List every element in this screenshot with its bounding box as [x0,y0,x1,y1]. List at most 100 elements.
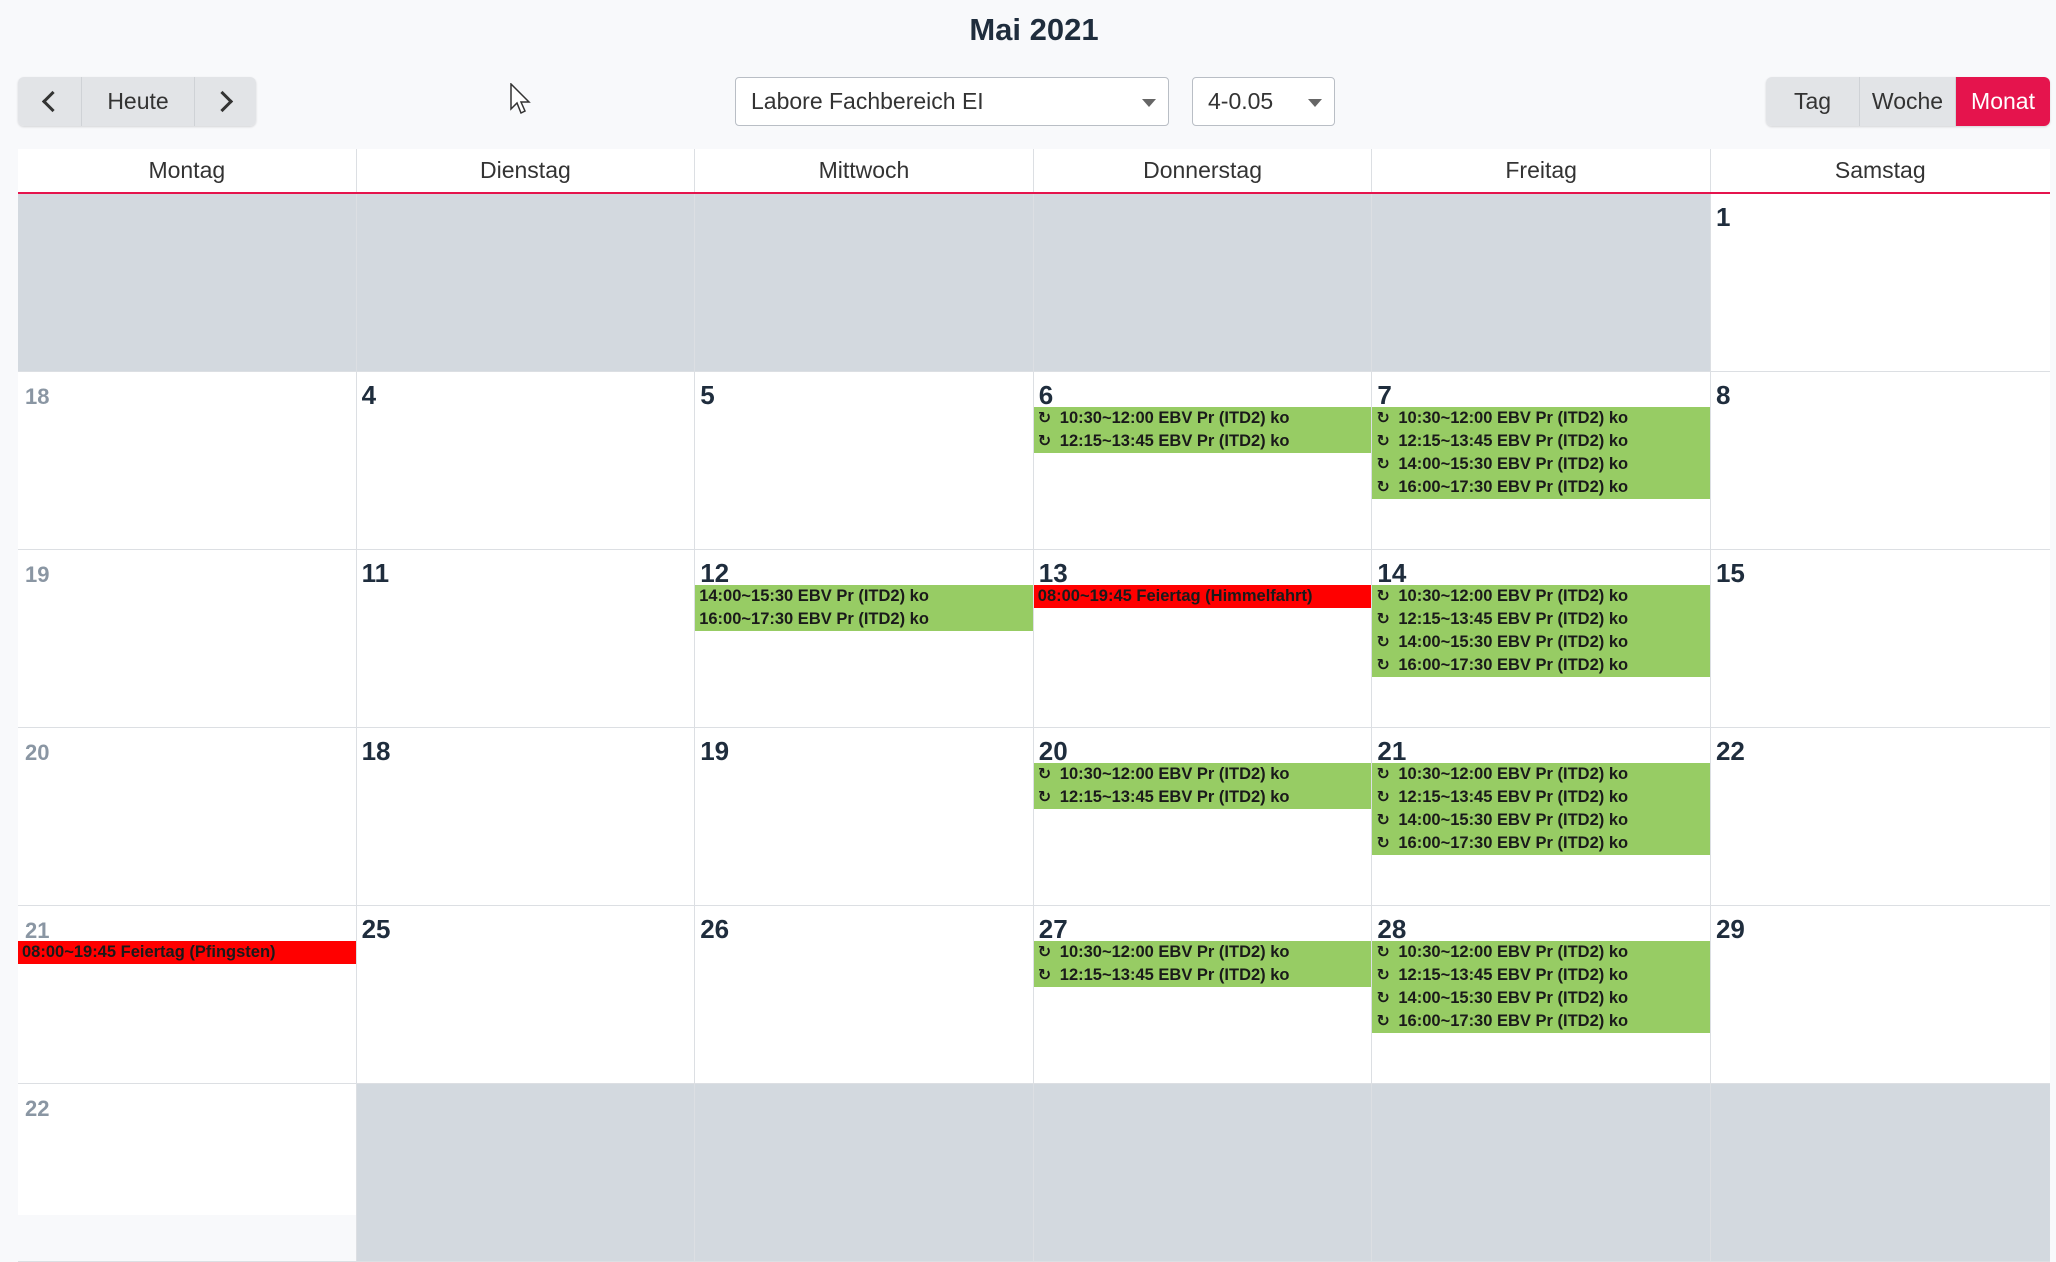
calendar-event[interactable]: ↻ 16:00~17:30 EBV Pr (ITD2) ko [1372,654,1710,677]
calendar-event[interactable]: ↻ 12:15~13:45 EBV Pr (ITD2) ko [1372,430,1710,453]
day-number[interactable]: 19 [700,736,729,767]
recurring-icon: ↻ [1037,944,1052,961]
calendar-day-cell[interactable]: 18 [18,372,357,549]
calendar-day-cell[interactable]: 18 [357,728,696,905]
calendar-day-cell[interactable]: 22 [1711,728,2050,905]
calendar-day-outside[interactable] [356,1084,696,1261]
day-number[interactable]: 18 [362,736,391,767]
recurring-icon: ↻ [1037,967,1052,984]
day-number[interactable]: 4 [362,380,376,411]
event-title: 16:00~17:30 EBV Pr (ITD2) ko [1398,834,1629,852]
calendar-day-cell[interactable]: 25 [357,906,696,1083]
event-title: 16:00~17:30 EBV Pr (ITD2) ko [699,610,929,628]
day-number[interactable]: 1 [1716,202,1730,233]
recurring-icon: ↻ [1376,789,1390,806]
calendar-event[interactable]: ↻ 16:00~17:30 EBV Pr (ITD2) ko [1372,832,1710,855]
calendar-event[interactable]: ↻ 10:30~12:00 EBV Pr (ITD2) ko [1033,407,1372,430]
calendar-event[interactable]: ↻ 12:15~13:45 EBV Pr (ITD2) ko [1372,786,1710,809]
calendar-day-cell[interactable]: 20 [18,728,357,905]
recurring-icon: ↻ [1037,410,1052,427]
event-title: 16:00~17:30 EBV Pr (ITD2) ko [1398,478,1629,496]
calendar-event[interactable]: ↻ 14:00~15:30 EBV Pr (ITD2) ko [1372,987,1710,1010]
calendar-event[interactable]: ↻ 12:15~13:45 EBV Pr (ITD2) ko [1372,608,1710,631]
calendar-event[interactable]: ↻ 10:30~12:00 EBV Pr (ITD2) ko [1372,763,1710,786]
calendar-day-cell[interactable]: 5 [695,372,1034,549]
recurring-icon: ↻ [1376,479,1390,496]
recurring-icon: ↻ [1376,990,1390,1007]
day-number[interactable]: 22 [1716,736,1745,767]
calendar-event[interactable]: ↻ 16:00~17:30 EBV Pr (ITD2) ko [1372,476,1710,499]
calendar-day-cell[interactable]: 1 [1711,194,2050,371]
calendar-event[interactable]: ↻ 10:30~12:00 EBV Pr (ITD2) ko [1033,763,1372,786]
calendar-day-cell[interactable]: 11 [357,550,696,727]
calendar-day-outside[interactable] [1033,1084,1373,1261]
calendar-day-outside[interactable] [695,194,1034,371]
calendar-event[interactable]: ↻ 10:30~12:00 EBV Pr (ITD2) ko [1033,941,1372,964]
calendar-day-cell[interactable]: 15 [1711,550,2050,727]
prev-month-button[interactable] [18,77,82,126]
view-week-button[interactable]: Woche [1860,77,1956,126]
day-number[interactable]: 29 [1716,914,1745,945]
calendar-event[interactable]: 08:00~19:45 Feiertag (Himmelfahrt) [1033,585,1372,608]
calendar-day-cell[interactable]: 22 [18,1084,357,1261]
calendar-day-outside[interactable] [18,194,357,371]
recurring-icon: ↻ [1376,410,1390,427]
calendar-day-cell[interactable]: 7 ↻ 10:30~12:00 EBV Pr (ITD2) ko ↻ 12:15~13:… [1372,372,1711,549]
day-number[interactable]: 15 [1716,558,1745,589]
day-number[interactable]: 5 [700,380,714,411]
calendar-day-cell[interactable]: 21 ↻ 10:30~12:00 EBV Pr (ITD2) ko ↻ 12:15~13… [1372,728,1711,905]
calendar-day-cell[interactable]: 12 14:00~15:30 EBV Pr (ITD2) ko 16:00~17:3… [695,550,1034,727]
calendar-event[interactable]: ↻ 10:30~12:00 EBV Pr (ITD2) ko [1372,941,1710,964]
calendar-day-outside[interactable] [695,1084,1034,1261]
calendar-day-cell[interactable]: 26 [695,906,1034,1083]
calendar-day-outside[interactable] [356,194,696,371]
calendar-day-cell[interactable]: 8 [1711,372,2050,549]
page-title: Mai 2021 [969,12,1099,47]
calendar-day-outside[interactable] [1372,194,1711,371]
today-button[interactable]: Heute [82,77,195,126]
calendar-day-outside[interactable] [1372,1084,1711,1261]
event-title: 10:30~12:00 EBV Pr (ITD2) ko [1059,765,1290,783]
view-month-button[interactable]: Monat [1956,77,2050,126]
calendar-event[interactable]: 16:00~17:30 EBV Pr (ITD2) ko [695,608,1033,631]
calendar-event[interactable]: 08:00~19:45 Feiertag (Pfingsten) [18,941,356,964]
day-number[interactable]: 8 [1716,380,1730,411]
calendar-day-cell[interactable]: 29 [1711,906,2050,1083]
calendar-day-cell[interactable]: 19 [18,550,357,727]
calendar-event[interactable]: 14:00~15:30 EBV Pr (ITD2) ko [695,585,1033,608]
day-number[interactable]: 25 [362,914,391,945]
calendar-event[interactable]: ↻ 14:00~15:30 EBV Pr (ITD2) ko [1372,809,1710,832]
calendar-event[interactable]: ↻ 16:00~17:30 EBV Pr (ITD2) ko [1372,1010,1710,1033]
calendar-day-cell[interactable]: 4 [357,372,696,549]
calendar-day-cell[interactable]: 21 08:00~19:45 Feiertag (Pfingsten) [18,906,357,1083]
event-list: ↻ 10:30~12:00 EBV Pr (ITD2) ko ↻ 12:15~13:4… [1033,407,1372,453]
view-switcher: Tag Woche Monat [1766,77,2050,126]
calendar-event[interactable]: ↻ 10:30~12:00 EBV Pr (ITD2) ko [1372,585,1710,608]
calendar-event[interactable]: ↻ 12:15~13:45 EBV Pr (ITD2) ko [1033,430,1372,453]
view-day-button[interactable]: Tag [1766,77,1860,126]
calendar-day-cell[interactable]: 6 ↻ 10:30~12:00 EBV Pr (ITD2) ko ↻ 12:15~13:… [1033,372,1373,549]
calendar-day-cell[interactable]: 19 [695,728,1034,905]
calendar-event[interactable]: ↻ 14:00~15:30 EBV Pr (ITD2) ko [1372,631,1710,654]
calendar-event[interactable]: ↻ 12:15~13:45 EBV Pr (ITD2) ko [1372,964,1710,987]
room-select[interactable]: 4-0.05 [1192,77,1335,126]
calendar-day-cell[interactable]: 13 08:00~19:45 Feiertag (Himmelfahrt) [1033,550,1373,727]
calendar-event[interactable]: ↻ 10:30~12:00 EBV Pr (ITD2) ko [1372,407,1710,430]
calendar-event[interactable]: ↻ 14:00~15:30 EBV Pr (ITD2) ko [1372,453,1710,476]
calendar-day-cell[interactable]: 27 ↻ 10:30~12:00 EBV Pr (ITD2) ko ↻ 12:15~13… [1033,906,1373,1083]
calendar-day-outside[interactable] [1710,1084,2050,1261]
calendar-day-outside[interactable] [1033,194,1373,371]
day-number[interactable]: 11 [362,558,390,589]
recurring-icon: ↻ [1376,766,1390,783]
calendar-day-cell[interactable]: 14 ↻ 10:30~12:00 EBV Pr (ITD2) ko ↻ 12:15~13… [1372,550,1711,727]
weekday-label: Samstag [1834,157,1926,183]
day-number[interactable]: 26 [700,914,729,945]
next-month-button[interactable] [195,77,256,126]
nav-button-group: Heute [18,77,256,126]
calendar-event[interactable]: ↻ 12:15~13:45 EBV Pr (ITD2) ko [1033,786,1372,809]
group-select[interactable]: Labore Fachbereich EI [735,77,1169,126]
calendar-day-cell[interactable]: 20 ↻ 10:30~12:00 EBV Pr (ITD2) ko ↻ 12:15~13… [1033,728,1373,905]
calendar-event[interactable]: ↻ 12:15~13:45 EBV Pr (ITD2) ko [1033,964,1372,987]
calendar-day-cell[interactable]: 28 ↻ 10:30~12:00 EBV Pr (ITD2) ko ↻ 12:15~13… [1372,906,1711,1083]
recurring-icon: ↻ [1037,766,1052,783]
